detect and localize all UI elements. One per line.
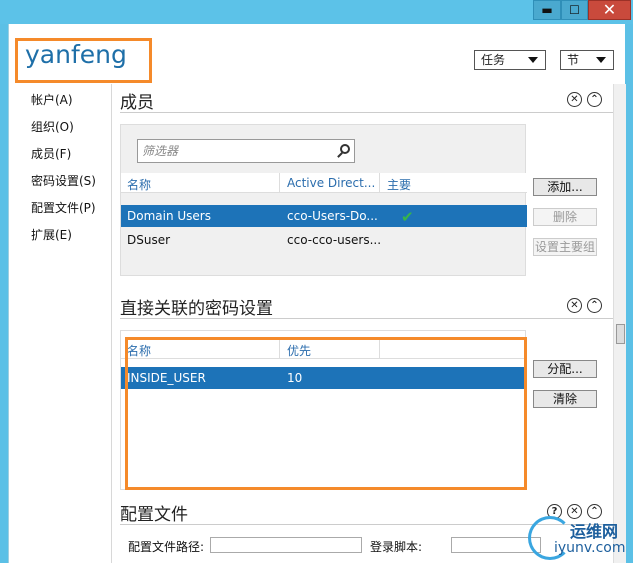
divider — [379, 173, 380, 193]
scrollbar[interactable] — [613, 84, 626, 563]
minimize-button[interactable]: ▬ — [533, 0, 561, 20]
maximize-button[interactable]: ☐ — [561, 0, 588, 20]
sidebar-item-extensions[interactable]: 扩展(E) — [31, 226, 72, 243]
title-bar: ▬ ☐ ✕ — [0, 0, 633, 24]
chevron-down-icon — [528, 57, 538, 63]
filter-input[interactable]: 筛选器 — [137, 139, 355, 163]
filter-placeholder: 筛选器 — [142, 144, 179, 158]
divider — [120, 318, 613, 319]
logon-script-label: 登录脚本: — [370, 540, 423, 554]
close-window-button[interactable]: ✕ — [588, 0, 631, 20]
task-dropdown[interactable]: 任务 — [474, 50, 546, 70]
clear-button[interactable]: 清除 — [533, 390, 597, 408]
column-name[interactable]: 名称 — [127, 176, 151, 193]
close-icon[interactable]: ✕ — [567, 92, 582, 107]
chevron-down-icon — [596, 57, 606, 63]
watermark-url: iyunv.com — [554, 540, 626, 556]
row-ad: cco-Users-Do... — [287, 209, 378, 223]
members-section-title: 成员 — [120, 93, 154, 113]
main-content: 成员 ✕ ⌃ 筛选器 名称 Active Direct... 主要 Domain… — [111, 84, 613, 563]
row-name: DSuser — [127, 233, 171, 247]
sidebar-nav: 帐户(A) 组织(O) 成员(F) 密码设置(S) 配置文件(P) 扩展(E) — [9, 84, 111, 563]
sidebar-item-organization[interactable]: 组织(O) — [31, 118, 74, 135]
members-table-header: 名称 Active Direct... 主要 — [121, 173, 527, 193]
sidebar-item-profile[interactable]: 配置文件(P) — [31, 199, 96, 216]
profile-path-field[interactable] — [210, 537, 362, 553]
sidebar-item-password-settings[interactable]: 密码设置(S) — [31, 172, 96, 189]
divider — [120, 112, 613, 113]
password-section-title: 直接关联的密码设置 — [120, 299, 273, 319]
search-icon[interactable] — [340, 144, 350, 154]
section-dropdown-label: 节 — [567, 53, 580, 67]
members-panel: 筛选器 名称 Active Direct... 主要 Domain Users … — [120, 124, 527, 276]
check-icon: ✔ — [401, 208, 414, 226]
highlight-box — [125, 337, 527, 490]
table-row[interactable]: DSuser cco-cco-users... — [121, 229, 527, 251]
collapse-icon[interactable]: ⌃ — [587, 298, 602, 313]
section-dropdown[interactable]: 节 — [560, 50, 614, 70]
watermark: 运维网 iyunv.com — [524, 512, 633, 563]
divider — [279, 173, 280, 193]
column-primary[interactable]: 主要 — [387, 176, 411, 193]
row-name: Domain Users — [127, 209, 211, 223]
sidebar-item-account[interactable]: 帐户(A) — [31, 91, 73, 108]
assign-button[interactable]: 分配... — [533, 360, 597, 378]
add-button[interactable]: 添加... — [533, 178, 597, 196]
highlight-box — [15, 38, 152, 83]
sidebar-item-member-of[interactable]: 成员(F) — [31, 145, 71, 162]
profile-path-label: 配置文件路径: — [128, 540, 205, 554]
scrollbar-thumb[interactable] — [616, 324, 625, 344]
collapse-icon[interactable]: ⌃ — [587, 92, 602, 107]
table-row[interactable]: Domain Users cco-Users-Do... ✔ — [121, 205, 527, 227]
close-icon[interactable]: ✕ — [567, 298, 582, 313]
watermark-text: 运维网 — [570, 522, 619, 541]
column-active-directory[interactable]: Active Direct... — [287, 176, 375, 190]
task-dropdown-label: 任务 — [481, 53, 506, 67]
profile-section-title: 配置文件 — [120, 505, 188, 525]
row-ad: cco-cco-users... — [287, 233, 382, 247]
set-primary-button[interactable]: 设置主要组 — [533, 238, 597, 256]
remove-button[interactable]: 删除 — [533, 208, 597, 226]
